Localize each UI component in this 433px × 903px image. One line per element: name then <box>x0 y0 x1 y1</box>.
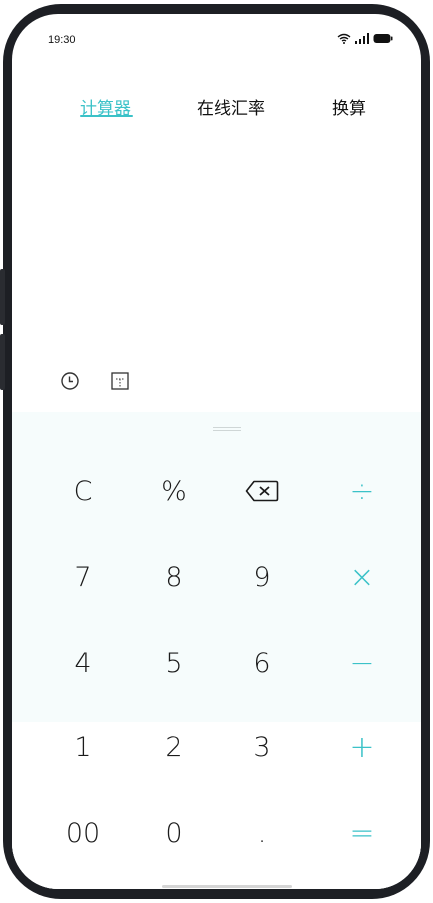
phone-frame: 19:30 计算器 在线汇率 换算 C % ÷ 7 8 9 × 4 5 6 − … <box>0 4 430 899</box>
key-1[interactable]: 1 <box>43 717 123 777</box>
status-bar: 19:30 <box>12 14 421 54</box>
key-6[interactable]: 6 <box>222 633 302 693</box>
tab-conversion[interactable]: 换算 <box>332 94 366 119</box>
home-indicator[interactable] <box>162 885 292 888</box>
key-decimal[interactable]: . <box>222 803 302 863</box>
key-divide[interactable]: ÷ <box>322 461 402 521</box>
key-00[interactable]: 00 <box>43 803 123 863</box>
key-8[interactable]: 8 <box>134 547 214 607</box>
key-backspace[interactable] <box>222 461 302 521</box>
drag-handle[interactable] <box>213 427 241 432</box>
screen: 19:30 计算器 在线汇率 换算 C % ÷ 7 8 9 × 4 5 6 − … <box>12 14 421 889</box>
key-multiply[interactable]: × <box>322 547 402 607</box>
tab-exchange-rate[interactable]: 在线汇率 <box>197 94 265 119</box>
power-button <box>0 334 5 390</box>
tab-bar: 计算器 在线汇率 换算 <box>12 82 421 132</box>
key-9[interactable]: 9 <box>222 547 302 607</box>
key-7[interactable]: 7 <box>43 547 123 607</box>
key-clear[interactable]: C <box>43 461 123 521</box>
status-time: 19:30 <box>48 34 76 46</box>
key-4[interactable]: 4 <box>43 633 123 693</box>
history-icon[interactable] <box>60 371 80 391</box>
key-equals[interactable]: = <box>322 803 402 863</box>
scientific-mode-icon[interactable] <box>110 371 130 391</box>
wifi-icon <box>337 33 351 44</box>
key-2[interactable]: 2 <box>134 717 214 777</box>
battery-icon <box>373 34 393 43</box>
key-0[interactable]: 0 <box>134 803 214 863</box>
display-area <box>12 134 421 359</box>
key-percent[interactable]: % <box>134 461 214 521</box>
signal-icon <box>355 33 369 44</box>
key-add[interactable]: + <box>322 717 402 777</box>
key-subtract[interactable]: − <box>322 633 402 693</box>
key-5[interactable]: 5 <box>134 633 214 693</box>
status-icons <box>337 33 393 44</box>
backspace-icon <box>245 480 279 502</box>
key-3[interactable]: 3 <box>222 717 302 777</box>
active-tab-indicator <box>80 115 133 117</box>
volume-button <box>0 269 5 325</box>
